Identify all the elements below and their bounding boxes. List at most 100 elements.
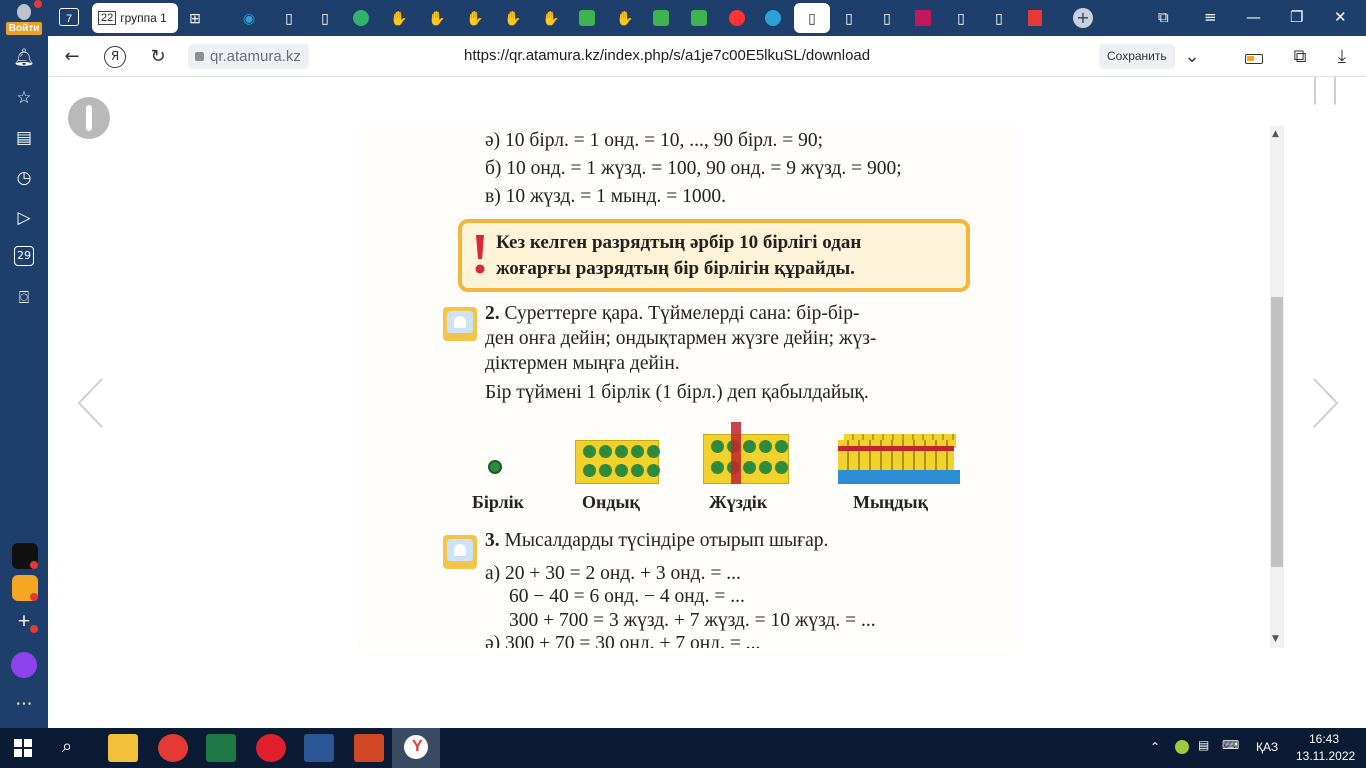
telegram-tab[interactable]: [760, 3, 786, 33]
language-indicator[interactable]: ҚАЗ: [1256, 740, 1278, 754]
site-tab-8[interactable]: [910, 3, 936, 33]
ten-block-image: [575, 440, 660, 484]
yandex-taskbar-active[interactable]: Y: [392, 728, 440, 768]
task3-number: 3.: [485, 530, 500, 551]
login-avatar[interactable]: Войти: [6, 0, 42, 35]
site-tab-a2[interactable]: [648, 3, 674, 33]
minimize-icon[interactable]: —: [1246, 8, 1261, 26]
doc-tab-6[interactable]: ▯: [986, 3, 1012, 33]
new-tab-button[interactable]: +: [1070, 3, 1096, 33]
restore-icon[interactable]: ❐: [1290, 8, 1303, 26]
security-tray-icon[interactable]: [1175, 740, 1189, 754]
current-doc-tab[interactable]: ▯: [794, 3, 830, 33]
site-tab-9[interactable]: [1022, 3, 1048, 33]
document-page: ә) 10 бірл. = 1 онд. = 10, ..., 90 бірл.…: [357, 126, 1018, 648]
info-icon[interactable]: [68, 97, 110, 139]
unit-button-image: [488, 460, 502, 474]
word-icon[interactable]: [304, 734, 334, 762]
history-icon[interactable]: ◷: [12, 166, 36, 190]
doc-tab-4[interactable]: ▯: [874, 3, 900, 33]
star-icon[interactable]: ☆: [12, 86, 36, 110]
play-icon[interactable]: ▷: [12, 206, 36, 230]
new-folder-tab-icon[interactable]: ⊞: [182, 3, 208, 33]
more-icon[interactable]: ⋯: [12, 692, 36, 716]
notes-tray-icon[interactable]: ▤: [1198, 738, 1209, 752]
scroll-up-icon[interactable]: ▲: [1272, 129, 1279, 139]
clock-date[interactable]: 13.11.2022: [1296, 749, 1355, 763]
yandex-icon[interactable]: Я: [104, 46, 126, 68]
task2-line-3: діктермен мыңға дейін.: [485, 353, 680, 374]
bell-icon[interactable]: 🔔︎: [12, 46, 36, 70]
excel-icon[interactable]: [206, 734, 236, 762]
prev-page-icon[interactable]: [76, 377, 106, 429]
bookmark-icon[interactable]: [1314, 77, 1336, 105]
close-icon[interactable]: ✕: [1334, 8, 1347, 26]
rule-callout: Кез келген разрядтың әрбір 10 бірлігі од…: [458, 219, 970, 292]
tab-group-1[interactable]: 22 группа 1: [92, 3, 178, 33]
task3-line-a1: а) 20 + 30 = 2 онд. + 3 онд. = ...: [485, 563, 741, 584]
task3-line-a2: 60 − 40 = 6 онд. − 4 онд. = ...: [509, 586, 745, 607]
file-explorer-icon[interactable]: [108, 734, 138, 762]
tab-list-icon[interactable]: ⧉: [1158, 8, 1169, 26]
site-tab-a3[interactable]: [686, 3, 712, 33]
text-line: б) 10 онд. = 1 жүзд. = 100, 90 онд. = 9 …: [485, 158, 902, 179]
app-badge-1: [30, 561, 38, 569]
chevron-down-icon[interactable]: ⌄: [1180, 45, 1204, 69]
doc-tab-2[interactable]: ▯: [312, 3, 338, 33]
collections-icon[interactable]: ▤: [12, 126, 36, 150]
opera-icon[interactable]: [256, 734, 286, 762]
save-button[interactable]: Сохранить: [1099, 44, 1175, 69]
site-tab-3[interactable]: ✋: [424, 3, 450, 33]
caption-unit: Бірлік: [472, 492, 524, 512]
menu-icon[interactable]: ≡: [1204, 8, 1217, 26]
url-field[interactable]: https://qr.atamura.kz/index.php/s/a1je7c…: [464, 47, 870, 64]
add-badge: [30, 625, 38, 633]
site-tab-4[interactable]: ✋: [462, 3, 488, 33]
doc-tab-3[interactable]: ▯: [836, 3, 862, 33]
exclamation-icon: [475, 235, 485, 274]
tab-group-counter[interactable]: 7: [54, 3, 84, 33]
caption-ten: Ондық: [582, 492, 640, 512]
site-tab-5[interactable]: ✋: [500, 3, 526, 33]
address-bar: ← Я ↻ qr.atamura.kz https://qr.atamura.k…: [48, 36, 1366, 77]
next-page-icon[interactable]: [1310, 377, 1340, 429]
lock-icon: [195, 52, 204, 61]
calendar-icon[interactable]: 29: [14, 246, 34, 266]
extensions-icon[interactable]: ⧉: [1288, 45, 1312, 69]
document-viewer: ә) 10 бірл. = 1 онд. = 10, ..., 90 бірл.…: [48, 77, 1366, 728]
tab-group-count: 7: [65, 13, 73, 25]
site-tab-2[interactable]: ✋: [386, 3, 412, 33]
battery-icon[interactable]: [1242, 45, 1266, 69]
doc-tab-1[interactable]: ▯: [276, 3, 302, 33]
page-scrollbar[interactable]: ▲ ▼: [1270, 126, 1284, 648]
search-icon[interactable]: ⌕: [62, 736, 72, 757]
windows-start-icon[interactable]: [14, 739, 32, 757]
yandex-browser-taskbar-icon[interactable]: [158, 734, 188, 762]
notification-dot: [34, 0, 42, 8]
site-tab-a1[interactable]: [574, 3, 600, 33]
reload-icon[interactable]: ↻: [146, 45, 170, 69]
site-tab-1[interactable]: ◉: [236, 3, 262, 33]
clock-time[interactable]: 16:43: [1309, 732, 1339, 746]
site-tab-7[interactable]: ✋: [612, 3, 638, 33]
task3-line-b: ә) 300 + 70 = 30 онд. + 7 онд. = ...: [485, 633, 761, 648]
back-icon[interactable]: ←: [60, 45, 84, 69]
task3-title-line: 3. Мысалдарды түсіндіре отырып шығар.: [485, 530, 828, 552]
task2-line-2: ден онға дейін; ондықтармен жүзге дейін;…: [485, 328, 877, 349]
download-icon[interactable]: ⤓: [1330, 45, 1354, 69]
chevron-up-icon[interactable]: ⌃: [1150, 740, 1160, 754]
yandex-tab[interactable]: [724, 3, 750, 33]
doc-tab-5[interactable]: ▯: [948, 3, 974, 33]
screenshot-icon[interactable]: ⌼: [12, 286, 36, 310]
powerpoint-icon[interactable]: [354, 734, 384, 762]
alice-icon[interactable]: [11, 652, 37, 678]
site-tab-99[interactable]: [348, 3, 374, 33]
tab-group-label: группа 1: [120, 11, 167, 25]
scroll-thumb[interactable]: [1271, 297, 1283, 567]
task3-line-a3: 300 + 700 = 3 жүзд. + 7 жүзд. = 10 жүзд.…: [509, 610, 876, 631]
scroll-down-icon[interactable]: ▼: [1272, 634, 1279, 644]
rule-line-2: жоғарғы разрядтың бір бірлігін құрайды.: [496, 258, 855, 279]
keyboard-icon[interactable]: ⌨: [1222, 738, 1239, 752]
domain-chip[interactable]: qr.atamura.kz: [188, 44, 309, 69]
site-tab-6[interactable]: ✋: [538, 3, 564, 33]
